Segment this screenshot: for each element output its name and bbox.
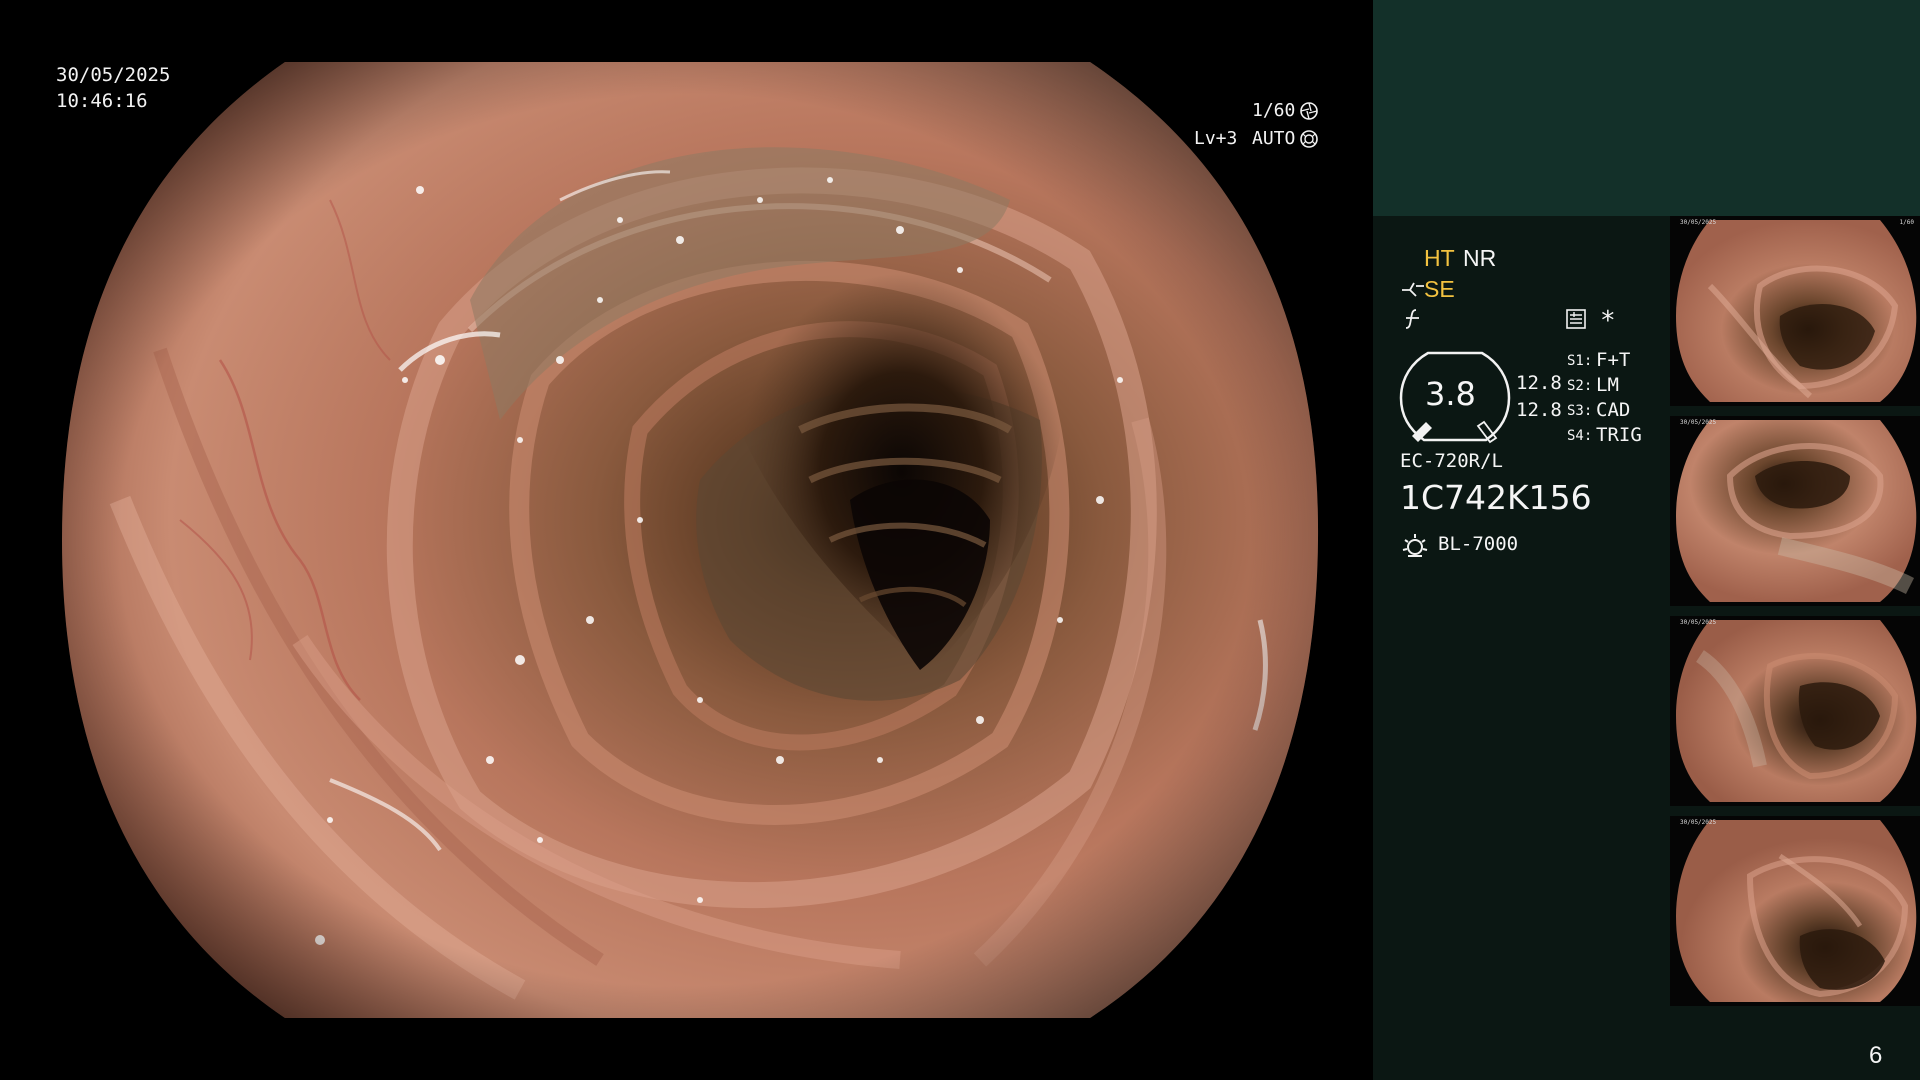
setting-value: LM — [1596, 374, 1619, 396]
thumbnail-1[interactable]: 30/05/2025 1/60 — [1670, 216, 1920, 406]
thumbnail-3[interactable]: 30/05/2025 — [1670, 616, 1920, 806]
date-label: 30/05/2025 — [56, 64, 171, 86]
time-label: 10:46:16 — [56, 90, 148, 112]
shutter-label: 1/60 — [1252, 100, 1296, 121]
endoscope-image — [62, 62, 1319, 1018]
level-label: Lv+3 — [1194, 128, 1238, 149]
iris-icon — [1300, 130, 1318, 148]
setting-key: S3: — [1567, 403, 1593, 419]
mode-nr: NR — [1463, 245, 1497, 271]
mode-ht: HT — [1424, 245, 1455, 271]
scope-model: EC-720R/L — [1400, 450, 1503, 472]
setting-key: S1: — [1567, 353, 1593, 369]
thumbnail-2[interactable]: 30/05/2025 — [1670, 416, 1920, 606]
endoscope-view: 30/05/2025 10:46:16 1/60 Lv+3 AUTO — [0, 0, 1370, 1080]
freeze-icon — [1405, 309, 1419, 329]
gauge-side-2: 12.8 — [1516, 399, 1562, 421]
side-header — [1373, 0, 1920, 216]
page-number: 6 — [1869, 1042, 1883, 1069]
light-source-icon — [1402, 534, 1428, 557]
setting-value: TRIG — [1596, 424, 1642, 446]
aperture-icon — [1300, 102, 1318, 120]
mode-se: SE — [1424, 276, 1455, 302]
setting-key: S2: — [1567, 378, 1593, 394]
gauge-value: 3.8 — [1425, 375, 1476, 413]
scope-serial: 1C742K156 — [1400, 478, 1592, 517]
thumbnail-4[interactable]: 30/05/2025 — [1670, 816, 1920, 1006]
setting-key: S4: — [1567, 428, 1593, 444]
memo-icon — [1566, 309, 1586, 329]
setting-value: CAD — [1596, 399, 1631, 421]
light-source-label: BL-7000 — [1438, 533, 1519, 555]
asterisk-indicator: * — [1600, 306, 1616, 336]
gauge-side-1: 12.8 — [1516, 372, 1562, 394]
setting-value: F+T — [1596, 349, 1631, 371]
scope-angle-icon — [1402, 282, 1424, 297]
exposure-mode-label: AUTO — [1252, 128, 1296, 149]
